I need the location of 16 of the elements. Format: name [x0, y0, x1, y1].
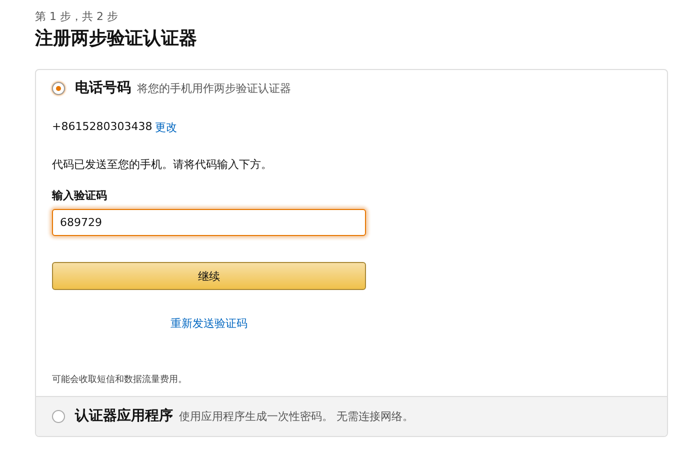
charges-note: 可能会收取短信和数据流量费用。: [52, 374, 188, 386]
step-indicator: 第 1 步，共 2 步: [35, 10, 119, 24]
phone-number: +8615280303438: [52, 120, 152, 135]
radio-button[interactable]: [52, 410, 65, 422]
change-link[interactable]: 更改: [155, 120, 178, 135]
radio-button[interactable]: [52, 82, 65, 94]
option-description: 使用应用程序生成一次性密码。 无需连接网络。: [179, 408, 414, 424]
sent-message: 代码已发送至您的手机。请将代码输入下方。: [52, 157, 273, 172]
continue-button[interactable]: 继续: [52, 262, 366, 290]
code-input-field[interactable]: 689729: [52, 209, 366, 236]
page-title: 注册两步验证认证器: [35, 27, 198, 51]
option-title: 认证器应用程序: [75, 407, 173, 425]
resend-code-link[interactable]: 重新发送验证码: [170, 317, 248, 330]
option-title: 电话号码: [75, 79, 131, 97]
option-description: 将您的手机用作两步验证认证器: [137, 80, 291, 96]
field-label: 输入验证码: [52, 188, 108, 203]
